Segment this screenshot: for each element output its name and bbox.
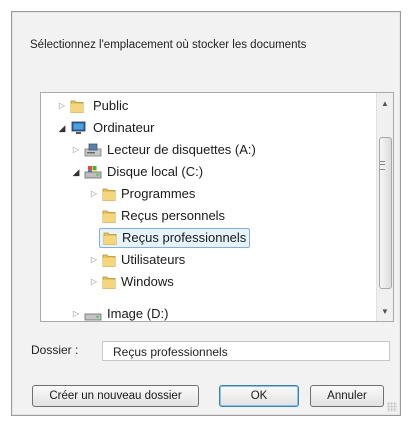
folder-icon [102, 274, 116, 290]
tree-item-label: Disque local (C:) [107, 164, 204, 179]
tree-item-windows[interactable]: ▷ Windows [89, 271, 174, 293]
folder-icon [70, 98, 88, 114]
tree-item-label: Reçus personnels [121, 208, 226, 223]
hard-drive-icon [84, 164, 102, 180]
tree-item-recus-personnels[interactable]: Reçus personnels [102, 205, 225, 227]
dialog-instruction: Sélectionnez l'emplacement où stocker le… [30, 39, 307, 51]
folder-tree-items: ▷ Public ◢ Ordinateur ▷ Lecteur de disqu… [41, 93, 377, 321]
expand-arrow-icon[interactable]: ▷ [57, 95, 67, 117]
tree-item-label: Lecteur de disquettes (A:) [107, 142, 256, 157]
collapse-arrow-icon[interactable]: ◢ [71, 161, 81, 183]
tree-vertical-scrollbar[interactable]: ▲ ▼ [376, 93, 393, 321]
folder-icon [103, 230, 117, 246]
cancel-button[interactable]: Annuler [310, 385, 384, 407]
tree-item-image-drive[interactable]: ▷ Image (D:) [71, 303, 168, 321]
scroll-up-arrow-icon[interactable]: ▲ [377, 95, 393, 111]
folder-icon [102, 252, 116, 268]
folder-icon [102, 208, 116, 224]
tree-item-label: Utilisateurs [121, 252, 186, 267]
scroll-thumb[interactable] [379, 137, 392, 289]
resize-grip-icon[interactable] [387, 402, 397, 412]
selected-tree-item[interactable]: Reçus professionnels [99, 228, 251, 248]
tree-item-label: Ordinateur [93, 120, 155, 135]
expand-arrow-icon[interactable]: ▷ [89, 271, 99, 293]
tree-item-label: Windows [121, 274, 174, 289]
expand-arrow-icon[interactable]: ▷ [89, 183, 99, 205]
tree-item-recus-professionnels[interactable]: Reçus professionnels [99, 227, 251, 249]
tree-item-programmes[interactable]: ▷ Programmes [89, 183, 196, 205]
floppy-drive-icon [84, 142, 102, 158]
drive-icon [84, 306, 102, 321]
folder-field-label: Dossier : [31, 343, 79, 357]
tree-item-public[interactable]: ▷ Public [57, 95, 129, 117]
folder-tree[interactable]: ▷ Public ◢ Ordinateur ▷ Lecteur de disqu… [40, 92, 394, 322]
collapse-arrow-icon[interactable]: ◢ [57, 117, 67, 139]
folder-icon [102, 186, 116, 202]
folder-name-input[interactable]: Reçus professionnels [102, 341, 390, 361]
scroll-grip-icon [380, 161, 385, 170]
tree-item-local-disk[interactable]: ◢ Disque local (C:) [71, 161, 204, 183]
tree-item-ordinateur[interactable]: ◢ Ordinateur [57, 117, 155, 139]
new-folder-button[interactable]: Créer un nouveau dossier [32, 385, 199, 407]
tree-item-label: Public [93, 98, 129, 113]
computer-icon [70, 120, 88, 136]
ok-button[interactable]: OK [219, 385, 299, 407]
tree-item-floppy-drive[interactable]: ▷ Lecteur de disquettes (A:) [71, 139, 256, 161]
tree-item-utilisateurs[interactable]: ▷ Utilisateurs [89, 249, 185, 271]
folder-picker-dialog: Sélectionnez l'emplacement où stocker le… [11, 11, 401, 416]
tree-item-label: Programmes [121, 186, 196, 201]
tree-item-label: Reçus professionnels [122, 230, 247, 245]
tree-item-label: Image (D:) [107, 306, 169, 321]
expand-arrow-icon[interactable]: ▷ [71, 303, 81, 321]
expand-arrow-icon[interactable]: ▷ [89, 249, 99, 271]
expand-arrow-icon[interactable]: ▷ [71, 139, 81, 161]
scroll-down-arrow-icon[interactable]: ▼ [377, 303, 393, 319]
